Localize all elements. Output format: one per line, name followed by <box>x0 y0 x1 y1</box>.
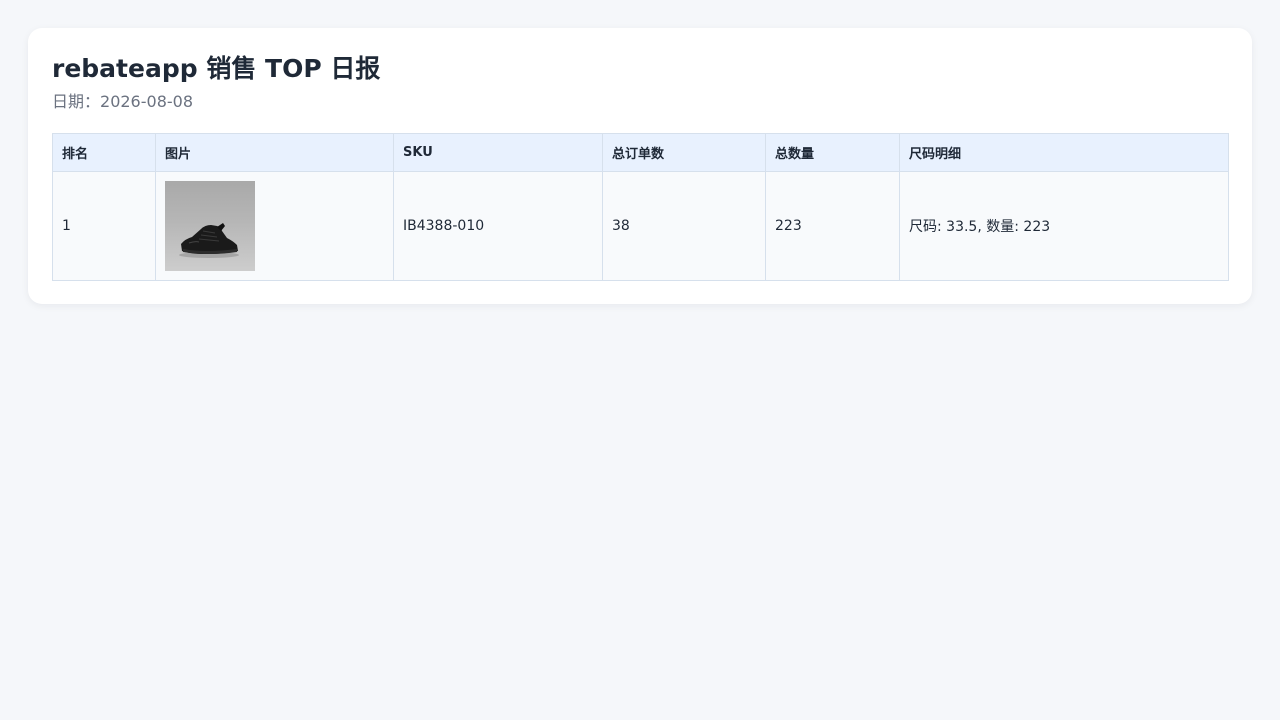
sneaker-photo-icon <box>165 181 255 271</box>
cell-total-orders: 38 <box>602 171 766 281</box>
column-header-total-orders: 总订单数 <box>602 133 766 172</box>
table-header-row: 排名 图片 SKU 总订单数 总数量 尺码明细 <box>52 133 1229 172</box>
cell-image <box>155 171 394 281</box>
column-header-size-detail: 尺码明细 <box>899 133 1229 172</box>
cell-sku: IB4388-010 <box>393 171 603 281</box>
column-header-total-quantity: 总数量 <box>765 133 900 172</box>
date-value: 2026-08-08 <box>100 92 193 111</box>
report-date: 日期：2026-08-08 <box>52 91 1228 113</box>
column-header-sku: SKU <box>393 133 603 172</box>
date-label: 日期： <box>52 92 101 111</box>
sales-table: 排名 图片 SKU 总订单数 总数量 尺码明细 1 IB4388-010 38 … <box>52 133 1229 281</box>
report-card: rebateapp 销售 TOP 日报 日期：2026-08-08 排名 图片 … <box>28 28 1252 304</box>
table-row: 1 IB4388-010 38 223 尺码: 33.5, 数量: 223 <box>52 171 1229 281</box>
column-header-rank: 排名 <box>52 133 156 172</box>
column-header-image: 图片 <box>155 133 394 172</box>
page-title: rebateapp 销售 TOP 日报 <box>52 54 381 83</box>
cell-size-detail: 尺码: 33.5, 数量: 223 <box>899 171 1229 281</box>
cell-total-quantity: 223 <box>765 171 900 281</box>
cell-rank: 1 <box>52 171 156 281</box>
